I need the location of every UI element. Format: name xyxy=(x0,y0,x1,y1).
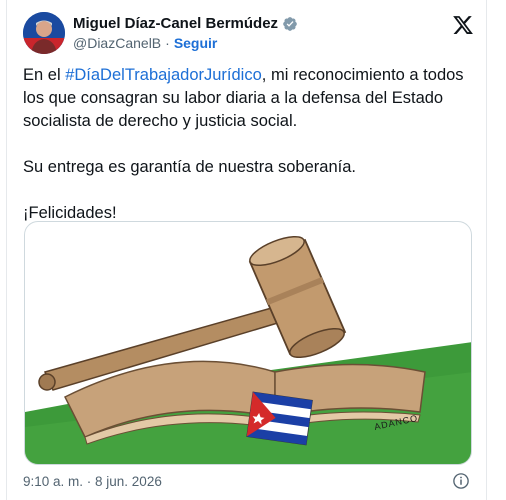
follow-button[interactable]: Seguir xyxy=(174,35,218,51)
verified-badge-icon xyxy=(283,16,297,31)
tweet-paragraph-2: Su entrega es garantía de nuestra sobera… xyxy=(23,158,356,176)
hashtag-link[interactable]: #DíaDelTrabajadorJurídico xyxy=(65,66,262,84)
tweet-text-prefix: En el xyxy=(23,66,66,84)
author-handle[interactable]: @DiazCanelB xyxy=(73,35,161,51)
tweet-paragraph-1: En el #DíaDelTrabajadorJurídico, mi reco… xyxy=(23,64,478,133)
avatar[interactable] xyxy=(23,12,65,54)
tweet-header: Miguel Díaz-Canel Bermúdez @DiazCanelB ·… xyxy=(23,12,478,56)
tweet-text: En el #DíaDelTrabajadorJurídico, mi reco… xyxy=(23,64,478,225)
tweet-timestamp[interactable]: 9:10 a. m. · 8 jun. 2026 xyxy=(23,474,162,489)
author-handle-row: @DiazCanelB · Seguir xyxy=(73,35,217,51)
author-name[interactable]: Miguel Díaz-Canel Bermúdez xyxy=(73,15,278,32)
tweet-media-image[interactable]: ADANCO xyxy=(24,221,472,465)
author-name-row: Miguel Díaz-Canel Bermúdez xyxy=(73,15,298,32)
tweet-card: Miguel Díaz-Canel Bermúdez @DiazCanelB ·… xyxy=(6,0,487,500)
separator: · xyxy=(165,35,170,51)
info-icon[interactable] xyxy=(452,472,470,490)
x-logo-icon[interactable] xyxy=(452,14,474,36)
